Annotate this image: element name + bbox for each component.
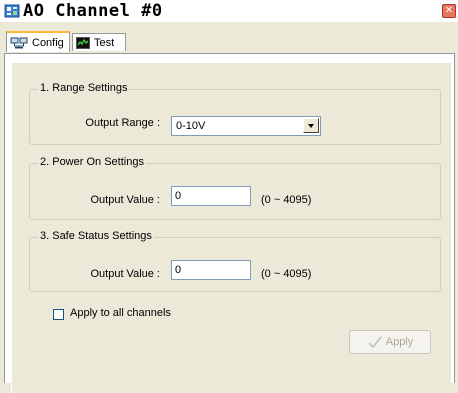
checkmark-icon bbox=[368, 336, 382, 349]
apply-all-checkbox[interactable] bbox=[53, 309, 64, 320]
tab-config[interactable]: Config bbox=[6, 31, 70, 52]
tab-test-label: Test bbox=[94, 36, 115, 49]
tab-config-label: Config bbox=[32, 36, 64, 49]
output-range-dropdown-button[interactable] bbox=[303, 118, 319, 133]
output-range-value: 0-10V bbox=[176, 120, 206, 132]
power-on-group: 2. Power On Settings Output Value : (0 ~… bbox=[29, 156, 441, 220]
range-settings-group: 1. Range Settings Output Range : 0-10V bbox=[29, 82, 441, 145]
safe-status-output-label: Output Value : bbox=[90, 268, 160, 280]
safe-status-output-input[interactable] bbox=[171, 260, 251, 280]
apply-all-label: Apply to all channels bbox=[70, 307, 171, 319]
safe-status-legend: 3. Safe Status Settings bbox=[38, 230, 154, 242]
output-range-label: Output Range : bbox=[85, 117, 160, 129]
window-title: AO Channel #0 bbox=[23, 1, 163, 21]
power-on-output-input[interactable] bbox=[171, 186, 251, 206]
output-range-select[interactable]: 0-10V bbox=[171, 116, 321, 136]
chevron-down-icon bbox=[308, 124, 314, 128]
apply-button[interactable]: Apply bbox=[349, 330, 431, 354]
power-on-output-label: Output Value : bbox=[90, 194, 160, 206]
app-icon bbox=[4, 4, 20, 18]
power-on-legend: 2. Power On Settings bbox=[38, 156, 146, 168]
tab-panel: 1. Range Settings Output Range : 0-10V 2… bbox=[4, 53, 455, 393]
title-bar: AO Channel #0 ✕ bbox=[0, 0, 458, 22]
safe-status-group: 3. Safe Status Settings Output Value : (… bbox=[29, 230, 441, 292]
network-icon bbox=[10, 37, 28, 48]
range-settings-legend: 1. Range Settings bbox=[38, 82, 130, 94]
tab-test[interactable]: Test bbox=[72, 33, 126, 51]
config-page: 1. Range Settings Output Range : 0-10V 2… bbox=[11, 62, 451, 393]
close-button[interactable]: ✕ bbox=[442, 4, 456, 18]
safe-status-range-hint: (0 ~ 4095) bbox=[261, 268, 312, 280]
power-on-range-hint: (0 ~ 4095) bbox=[261, 194, 312, 206]
chart-icon bbox=[76, 36, 90, 49]
apply-button-label: Apply bbox=[385, 336, 414, 348]
